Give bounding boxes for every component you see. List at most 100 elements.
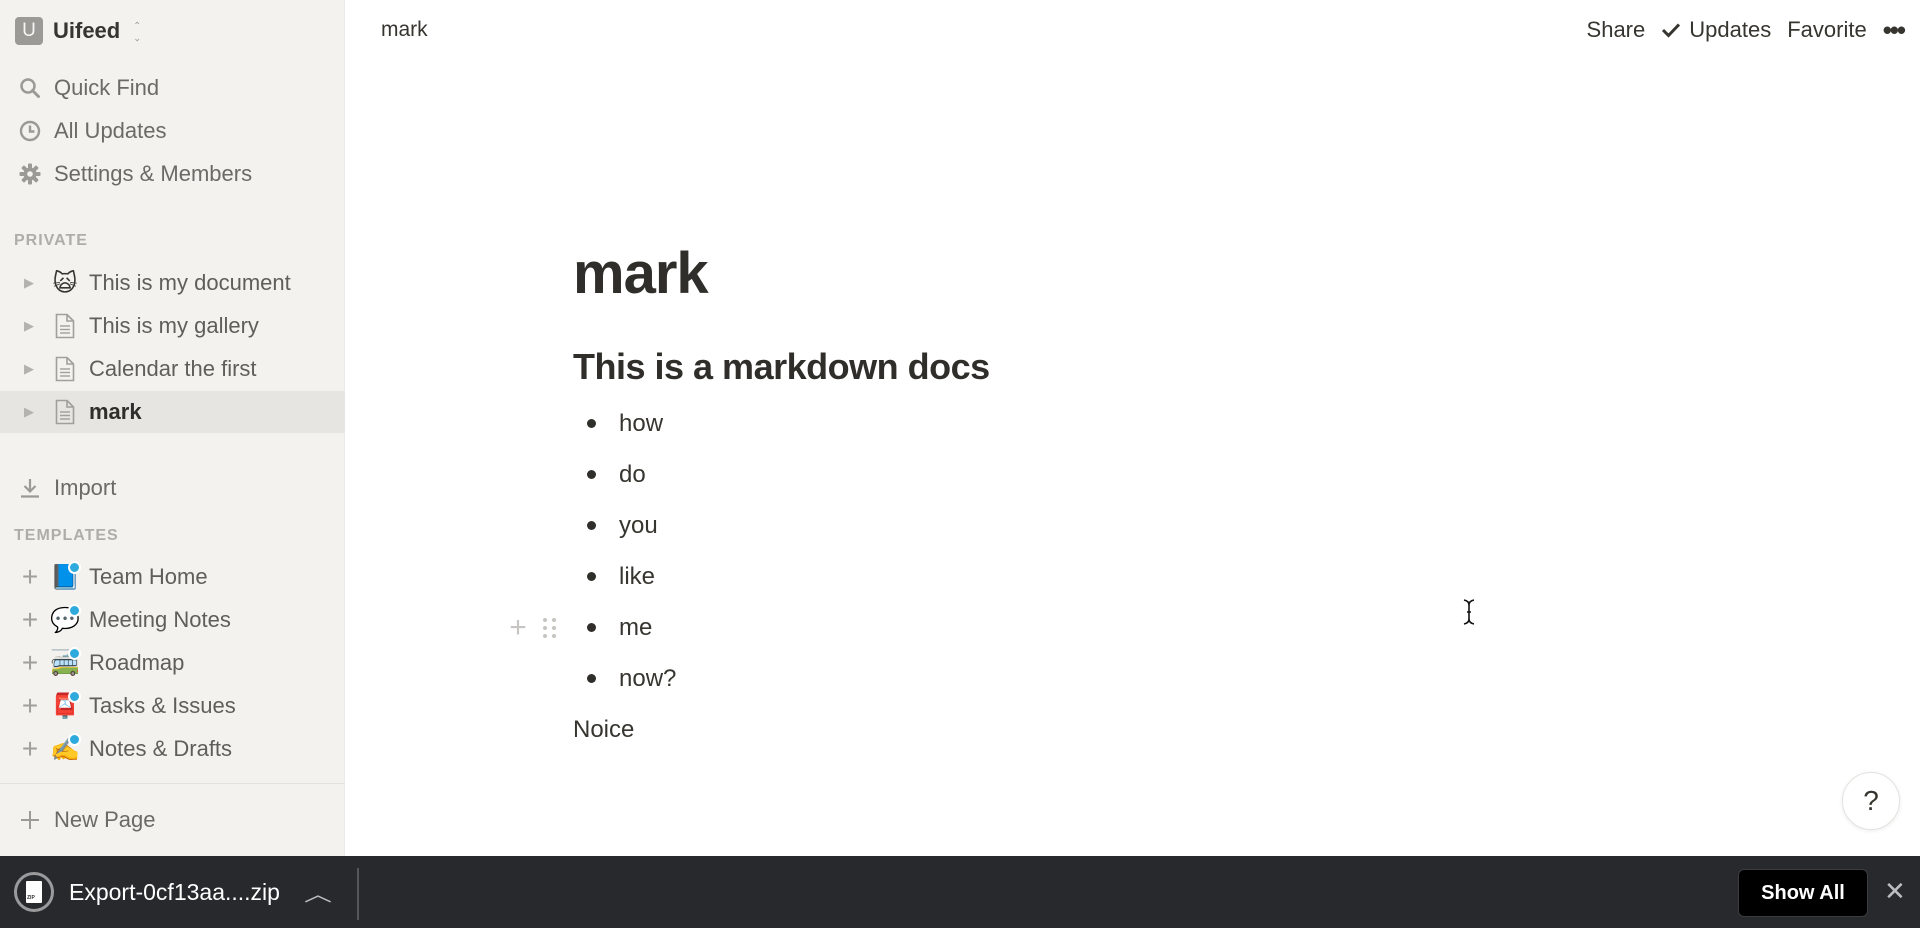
sidebar-item-label: All Updates: [54, 118, 167, 143]
plus-icon[interactable]: +: [19, 563, 41, 591]
list-item[interactable]: like: [573, 551, 1673, 602]
template-label: Meeting Notes: [89, 607, 231, 632]
sidebar-item-label: Settings & Members: [54, 161, 253, 186]
template-emoji-icon: 💬: [50, 604, 81, 635]
expand-caret-icon[interactable]: ▶: [24, 318, 38, 334]
gear-icon: [16, 160, 44, 188]
list-item-text[interactable]: like: [619, 563, 655, 591]
add-block-icon[interactable]: +: [507, 611, 529, 645]
template-roadmap[interactable]: + 🚎 Roadmap: [0, 642, 345, 684]
sidebar-page-calendar-the-first[interactable]: ▶ Calendar the first: [0, 348, 345, 390]
sidebar-page-label: Calendar the first: [89, 356, 257, 381]
bullet-dot: [587, 470, 596, 479]
sidebar-page-label: mark: [89, 399, 142, 424]
page-icon: [50, 354, 80, 384]
template-meeting-notes[interactable]: + 💬 Meeting Notes: [0, 599, 345, 641]
new-badge-dot: [68, 561, 81, 574]
list-item[interactable]: do: [573, 449, 1673, 500]
list-item-text[interactable]: how: [619, 410, 663, 438]
new-badge-dot: [68, 647, 81, 660]
list-item[interactable]: how: [573, 398, 1673, 449]
new-badge-dot: [68, 733, 81, 746]
chevron-up-icon[interactable]: ︿: [304, 878, 332, 907]
updates-button[interactable]: Updates: [1653, 17, 1779, 43]
new-page-button[interactable]: New Page: [0, 800, 345, 840]
list-item-text[interactable]: me: [619, 614, 652, 642]
zip-file-icon: [14, 872, 54, 912]
template-tasks-issues[interactable]: + 📮 Tasks & Issues: [0, 685, 345, 727]
template-team-home[interactable]: + 📘 Team Home: [0, 556, 345, 598]
template-label: Tasks & Issues: [89, 693, 236, 718]
document-content: mark This is a markdown docs how do you …: [509, 240, 1673, 754]
show-all-button[interactable]: Show All: [1738, 869, 1868, 917]
list-item[interactable]: now?: [573, 653, 1673, 704]
updates-label: Updates: [1689, 17, 1772, 42]
sidebar-page-label: This is my gallery: [89, 313, 259, 338]
help-button[interactable]: ?: [1842, 772, 1900, 830]
topbar: mark Share Updates Favorite •••: [346, 0, 1920, 60]
section-label-private: PRIVATE: [14, 232, 88, 249]
sidebar-page-this-is-my-document[interactable]: ▶ 🙀 This is my document: [0, 262, 345, 304]
checkmark-icon: [1662, 23, 1681, 38]
sidebar-item-settings[interactable]: Settings & Members: [0, 154, 345, 194]
close-icon[interactable]: ✕: [1884, 876, 1906, 907]
list-item-text[interactable]: now?: [619, 665, 676, 693]
text-cursor-icon: [1463, 599, 1475, 625]
new-page-label: New Page: [54, 807, 156, 832]
expand-caret-icon[interactable]: ▶: [24, 275, 38, 291]
block-handles: +: [507, 602, 556, 653]
list-item-text[interactable]: do: [619, 461, 646, 489]
download-bar: Export-0cf13aa....zip ︿ Show All ✕: [0, 856, 1920, 928]
sidebar-item-quick-find[interactable]: Quick Find: [0, 68, 345, 108]
template-emoji-icon: 📮: [50, 690, 81, 721]
plus-icon[interactable]: +: [19, 606, 41, 634]
section-label-templates: TEMPLATES: [14, 527, 119, 544]
bullet-dot: [587, 419, 596, 428]
plus-icon: [16, 806, 44, 834]
page-icon: [50, 397, 80, 427]
template-label: Roadmap: [89, 650, 185, 675]
workspace-name: Uifeed: [53, 18, 121, 43]
drag-handle-icon[interactable]: [543, 617, 556, 638]
sidebar-item-import[interactable]: Import: [0, 468, 345, 508]
template-label: Team Home: [89, 564, 208, 589]
breadcrumb-page[interactable]: mark: [381, 18, 428, 42]
bullet-dot: [587, 674, 596, 683]
download-file-name: Export-0cf13aa....zip: [69, 878, 280, 905]
page-icon: [50, 311, 80, 341]
expand-caret-icon[interactable]: ▶: [24, 404, 38, 420]
expand-caret-icon[interactable]: ▶: [24, 361, 38, 377]
bulleted-list: how do you like + me now?: [509, 398, 1673, 704]
list-item[interactable]: you: [573, 500, 1673, 551]
share-button[interactable]: Share: [1579, 17, 1654, 43]
favorite-button[interactable]: Favorite: [1779, 17, 1874, 43]
bullet-dot: [587, 623, 596, 632]
sidebar-item-label: Import: [54, 475, 117, 500]
bullet-dot: [587, 572, 596, 581]
download-item[interactable]: Export-0cf13aa....zip ︿: [14, 872, 332, 912]
workspace-avatar: U: [15, 17, 43, 45]
sidebar-divider: [0, 783, 345, 784]
download-bar-separator: [357, 868, 359, 920]
sidebar-page-this-is-my-gallery[interactable]: ▶ This is my gallery: [0, 305, 345, 347]
search-icon: [16, 74, 44, 102]
plus-icon[interactable]: +: [19, 649, 41, 677]
template-label: Notes & Drafts: [89, 736, 233, 761]
bullet-dot: [587, 521, 596, 530]
list-item-text[interactable]: you: [619, 512, 658, 540]
download-icon: [16, 474, 44, 502]
chevron-up-down-icon: ⌃ ⌃: [133, 20, 142, 42]
plus-icon[interactable]: +: [19, 692, 41, 720]
workspace-switcher[interactable]: U Uifeed ⌃ ⌃: [15, 16, 144, 46]
plus-icon[interactable]: +: [19, 735, 41, 763]
sidebar-item-all-updates[interactable]: All Updates: [0, 111, 345, 151]
new-badge-dot: [68, 604, 81, 617]
sidebar-page-mark[interactable]: ▶ mark: [0, 391, 345, 433]
heading-block[interactable]: This is a markdown docs: [573, 346, 1673, 392]
template-notes-drafts[interactable]: + ✍️ Notes & Drafts: [0, 728, 345, 770]
text-block[interactable]: Noice: [573, 706, 1673, 754]
page-title[interactable]: mark: [573, 240, 1673, 320]
sidebar-item-label: Quick Find: [54, 75, 160, 100]
more-options-icon[interactable]: •••: [1875, 15, 1906, 46]
list-item[interactable]: + me: [509, 602, 1673, 653]
